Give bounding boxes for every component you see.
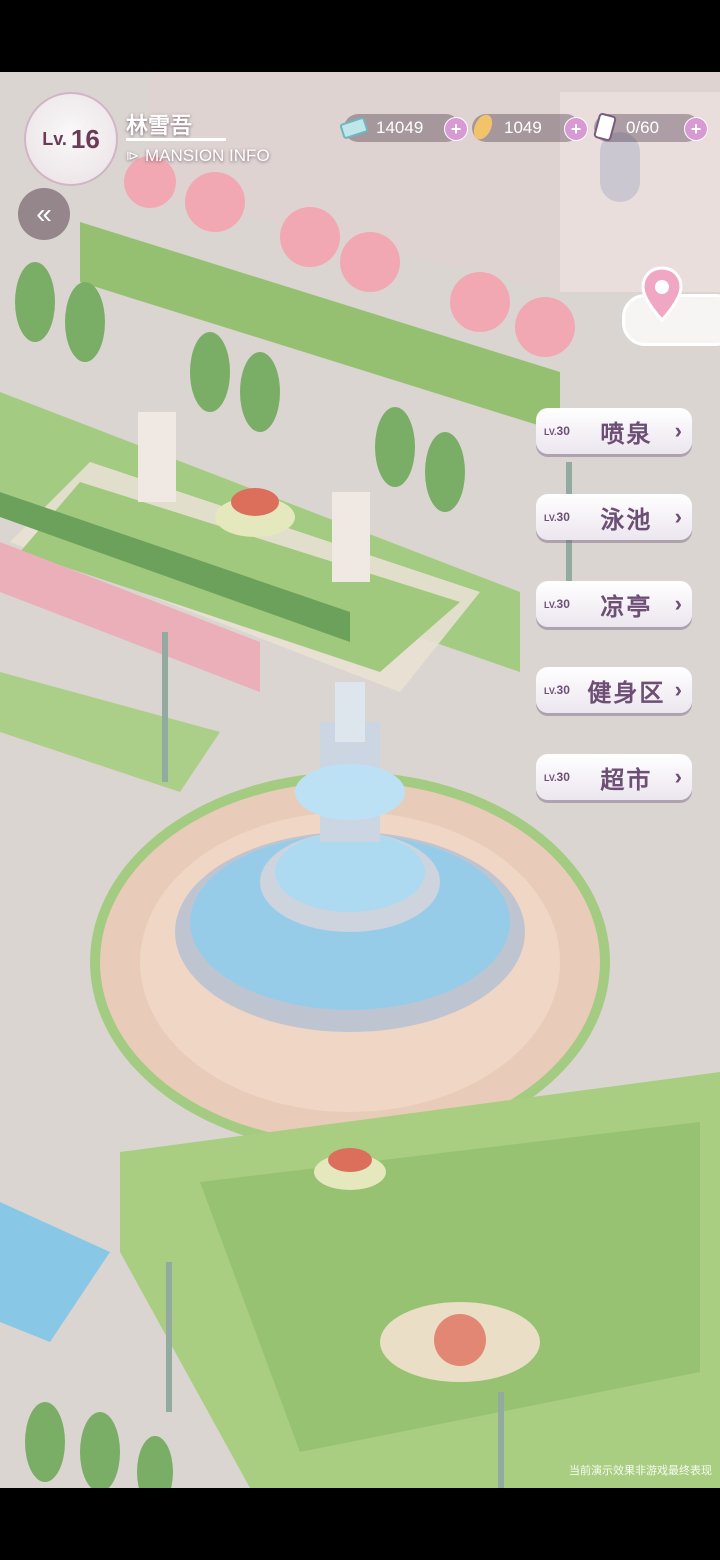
resource-feather: 1049 +	[472, 114, 588, 142]
facility-button-pavilion[interactable]: LV.30 凉亭 ›	[536, 581, 692, 627]
add-feather-button[interactable]: +	[564, 117, 588, 141]
chevron-right-icon: ›	[674, 677, 682, 702]
cash-icon	[338, 110, 372, 144]
facility-level: LV.30	[544, 510, 570, 524]
double-chevron-left-icon: «	[36, 198, 52, 229]
chevron-right-icon: ›	[674, 418, 682, 443]
letterbox-bottom	[0, 1488, 720, 1560]
feather-icon	[466, 110, 500, 144]
chevron-right-icon: ›	[674, 504, 682, 529]
feather-value: 1049	[504, 118, 542, 137]
back-button[interactable]: «	[18, 188, 70, 240]
facility-button-supermarket[interactable]: LV.30 超市 ›	[536, 754, 692, 800]
letterbox-top	[0, 0, 720, 72]
facility-name: 健身区	[587, 679, 666, 707]
phone-energy-icon	[588, 110, 622, 144]
facility-name: 凉亭	[600, 593, 653, 621]
resource-cash: 14049 +	[340, 114, 468, 142]
chevron-right-icon: ›	[674, 764, 682, 789]
mansion-info-link[interactable]: ⧐ MANSION INFO	[126, 146, 270, 166]
facility-name: 泳池	[600, 506, 653, 534]
chevron-right-icon: ›	[674, 591, 682, 616]
facility-level: LV.30	[544, 770, 570, 784]
name-underline	[126, 138, 226, 141]
facility-level: LV.30	[544, 424, 570, 438]
cash-value: 14049	[376, 118, 424, 137]
facility-button-gym[interactable]: LV.30 健身区 ›	[536, 667, 692, 713]
resource-energy: 0/60 +	[593, 113, 708, 142]
facility-name: 喷泉	[600, 420, 653, 448]
add-energy-button[interactable]: +	[684, 117, 708, 141]
facility-button-fountain[interactable]: LV.30 喷泉 ›	[536, 408, 692, 454]
level-number: 16	[70, 123, 100, 154]
facility-name: 超市	[600, 766, 653, 794]
mansion-info-label: MANSION INFO	[145, 146, 270, 165]
disclaimer-text: 当前演示效果非游戏最终表现	[569, 1465, 712, 1477]
player-level-badge[interactable]: Lv. 16	[24, 92, 118, 186]
add-cash-button[interactable]: +	[444, 117, 468, 141]
facility-button-pool[interactable]: LV.30 泳池 ›	[536, 494, 692, 540]
energy-value: 0/60	[626, 118, 660, 137]
facility-level: LV.30	[544, 597, 570, 611]
level-prefix: Lv.	[42, 128, 67, 149]
play-triangle-icon: ⧐	[126, 148, 139, 163]
player-name: 林雪吾	[126, 113, 193, 138]
facility-level: LV.30	[544, 683, 570, 697]
location-pin-icon[interactable]	[640, 266, 684, 322]
